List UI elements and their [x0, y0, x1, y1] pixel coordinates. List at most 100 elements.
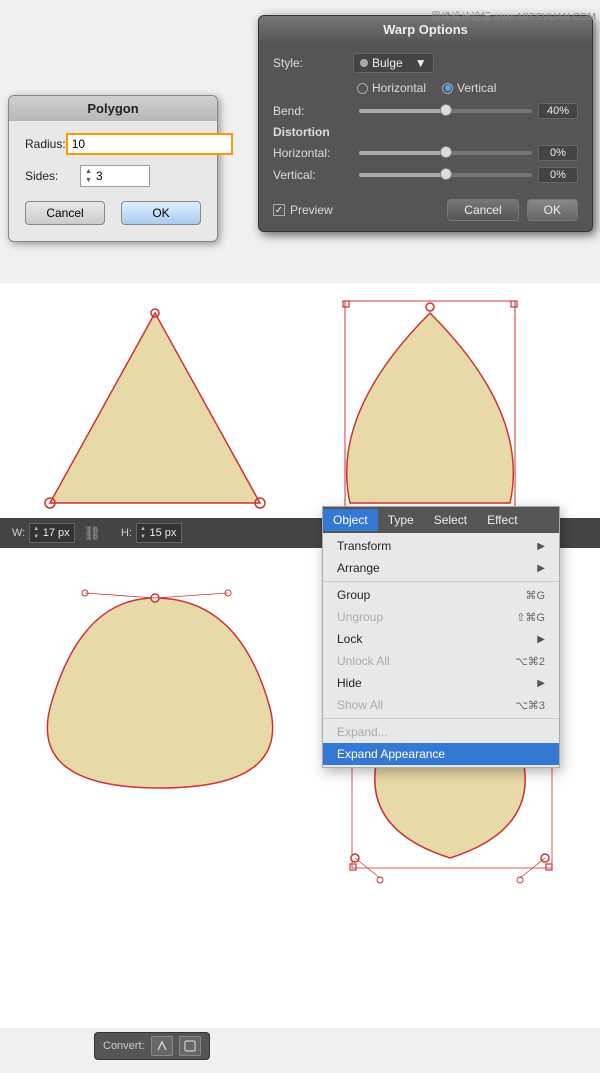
separator-1 — [323, 581, 559, 582]
vertical-radio[interactable]: Vertical — [442, 81, 496, 95]
vert-slider[interactable] — [359, 173, 532, 177]
height-up-arrow[interactable]: ▲ — [140, 525, 146, 533]
menu-show-all-label: Show All — [337, 698, 383, 712]
vert-fill — [359, 173, 446, 177]
bend-label: Bend: — [273, 104, 353, 118]
hide-arrow-icon: ▶ — [537, 678, 545, 689]
horiz-thumb[interactable] — [440, 146, 452, 158]
menu-top-bar: Object Type Select Effect — [323, 507, 559, 533]
menu-expand-label: Expand... — [337, 725, 388, 739]
convert-btn-2[interactable] — [179, 1036, 201, 1056]
arrange-arrow-icon: ▶ — [537, 563, 545, 574]
width-arrows[interactable]: ▲ ▼ — [33, 525, 39, 541]
menu-transform-label: Transform — [337, 539, 391, 553]
menu-ungroup: Ungroup ⇧⌘G — [323, 606, 559, 628]
bend-fill — [359, 109, 446, 113]
warp-ok-button[interactable]: OK — [527, 199, 578, 221]
menu-group[interactable]: Group ⌘G — [323, 584, 559, 606]
menu-hide[interactable]: Hide ▶ — [323, 672, 559, 694]
unlock-shortcut: ⌥⌘2 — [515, 655, 545, 668]
radius-input[interactable] — [66, 133, 233, 155]
preview-checkbox[interactable] — [273, 204, 285, 216]
preview-label: Preview — [290, 203, 333, 217]
distortion-label: Distortion — [273, 125, 578, 139]
convert-btn-1[interactable] — [151, 1036, 173, 1056]
menu-expand-appearance[interactable]: Expand Appearance — [323, 743, 559, 765]
height-field: H: ▲ ▼ 15 px — [121, 523, 182, 543]
ungroup-shortcut: ⇧⌘G — [516, 611, 545, 624]
separator-2 — [323, 718, 559, 719]
dropdown-arrow-icon: ▼ — [415, 56, 427, 70]
polygon-ok-button[interactable]: OK — [121, 201, 201, 225]
horiz-slider[interactable] — [359, 151, 532, 155]
polygon-dialog: Polygon Radius: Sides: ▲ ▼ 3 Cancel OK — [8, 95, 218, 242]
h-label: H: — [121, 527, 132, 539]
menu-hide-label: Hide — [337, 676, 362, 690]
sides-label: Sides: — [25, 169, 80, 183]
horiz-value: 0% — [538, 145, 578, 161]
menu-unlock-all: Unlock All ⌥⌘2 — [323, 650, 559, 672]
vertical-radio-circle — [442, 83, 453, 94]
polygon-cancel-button[interactable]: Cancel — [25, 201, 105, 225]
triangles-svg — [0, 283, 600, 523]
show-all-shortcut: ⌥⌘3 — [515, 699, 545, 712]
width-down-arrow[interactable]: ▼ — [33, 533, 39, 541]
horiz-fill — [359, 151, 446, 155]
menu-select[interactable]: Select — [424, 509, 477, 531]
menu-ungroup-label: Ungroup — [337, 610, 383, 624]
width-up-arrow[interactable]: ▲ — [33, 525, 39, 533]
menu-arrange-label: Arrange — [337, 561, 380, 575]
vertical-radio-label: Vertical — [457, 81, 496, 95]
horizontal-radio-label: Horizontal — [372, 81, 426, 95]
warp-style-value: Bulge — [372, 56, 403, 70]
width-spinner[interactable]: ▲ ▼ 17 px — [29, 523, 75, 543]
height-down-arrow[interactable]: ▼ — [140, 533, 146, 541]
convert-toolbar: Convert: — [94, 1032, 210, 1060]
warp-cancel-button[interactable]: Cancel — [447, 199, 518, 221]
bend-slider[interactable] — [359, 109, 532, 113]
width-field: W: ▲ ▼ 17 px — [12, 523, 75, 543]
sides-value: 3 — [96, 169, 103, 183]
warp-style-label: Style: — [273, 56, 353, 70]
link-icon: ⛓ — [83, 525, 101, 542]
transform-arrow-icon: ▶ — [537, 541, 545, 552]
menu-type[interactable]: Type — [378, 509, 424, 531]
vert-distort-label: Vertical: — [273, 168, 353, 182]
horizontal-radio[interactable]: Horizontal — [357, 81, 426, 95]
canvas-area — [0, 283, 600, 523]
group-shortcut: ⌘G — [525, 589, 545, 602]
height-arrows[interactable]: ▲ ▼ — [140, 525, 146, 541]
style-icon — [360, 59, 368, 67]
bend-thumb[interactable] — [440, 104, 452, 116]
horiz-distort-label: Horizontal: — [273, 146, 353, 160]
menu-lock[interactable]: Lock ▶ — [323, 628, 559, 650]
polygon-dialog-title: Polygon — [9, 96, 217, 121]
w-label: W: — [12, 527, 25, 539]
sides-spinner[interactable]: ▲ ▼ 3 — [80, 165, 150, 187]
menu-arrange[interactable]: Arrange ▶ — [323, 557, 559, 579]
menu-unlock-label: Unlock All — [337, 654, 390, 668]
convert-label: Convert: — [103, 1040, 145, 1052]
horizontal-radio-circle — [357, 83, 368, 94]
radius-label: Radius: — [25, 137, 66, 151]
vert-thumb[interactable] — [440, 168, 452, 180]
menu-expand-appearance-label: Expand Appearance — [337, 747, 445, 761]
warp-dialog: Warp Options Style: Bulge ▼ Horizontal V… — [258, 15, 593, 232]
menu-transform[interactable]: Transform ▶ — [323, 535, 559, 557]
menu-expand: Expand... — [323, 721, 559, 743]
height-value: 15 px — [148, 527, 178, 539]
preview-checkbox-row[interactable]: Preview — [273, 203, 333, 217]
menu-effect[interactable]: Effect — [477, 509, 527, 531]
menu-show-all: Show All ⌥⌘3 — [323, 694, 559, 716]
menu-section: Transform ▶ Arrange ▶ Group ⌘G Ungroup ⇧… — [323, 533, 559, 767]
width-value: 17 px — [41, 527, 71, 539]
menu-lock-label: Lock — [337, 632, 362, 646]
vert-value: 0% — [538, 167, 578, 183]
warp-style-select[interactable]: Bulge ▼ — [353, 53, 434, 73]
height-spinner[interactable]: ▲ ▼ 15 px — [136, 523, 182, 543]
menu-group-label: Group — [337, 588, 370, 602]
watermark: 思缘设计论坛 www.MISSVUAN.COM — [431, 8, 596, 23]
convert-smooth-icon — [183, 1039, 197, 1053]
menu-object[interactable]: Object — [323, 509, 378, 531]
convert-anchor-icon — [155, 1039, 169, 1053]
